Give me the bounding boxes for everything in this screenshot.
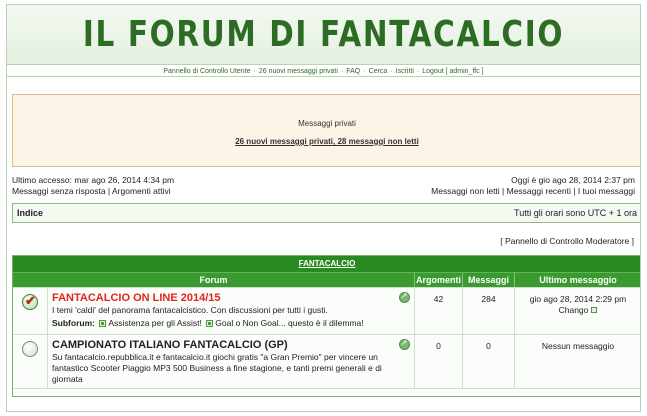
last-post-date: Nessun messaggio [541, 341, 615, 351]
forum-info-cell: CAMPIONATO ITALIANO FANTACALCIO (GP) Su … [47, 335, 414, 388]
rss-feed-icon[interactable] [399, 338, 410, 350]
access-right: Oggi è gio ago 28, 2014 2:37 pm Messaggi… [431, 175, 635, 197]
link-separator: | [499, 186, 507, 196]
column-forum: Forum [199, 275, 228, 285]
nav-separator: · [340, 68, 344, 75]
private-messages-box: Messaggi privati 26 nuovi messaggi priva… [12, 94, 640, 167]
recent-posts-link[interactable]: Messaggi recenti [507, 186, 571, 196]
subforum-link[interactable]: Goal o Non Goal... questo è il dilemma! [215, 318, 363, 328]
moderator-cp-link[interactable]: [ Pannello di Controllo Moderatore ] [7, 236, 640, 246]
forum-category-table: FANTACALCIO Forum Argomenti Messaggi Ult… [12, 255, 640, 397]
forum-logo[interactable]: IL FORUM DI FANTACALCIO [83, 14, 564, 55]
page-frame: IL FORUM DI FANTACALCIO Pannello di Cont… [6, 4, 641, 412]
current-date-text: Oggi è gio ago 28, 2014 2:37 pm [511, 175, 635, 185]
forum-row: FANTACALCIO ON LINE 2014/15 I temi 'cald… [13, 287, 640, 334]
link-separator: | [570, 186, 578, 196]
breadcrumb: Indice Tutti gli orari sono UTC + 1 ora [12, 203, 640, 223]
forum-description: I temi 'caldi' del panorama fantacalcist… [52, 305, 328, 315]
subforum-list: Subforum: Assistenza per gli Assist! Goa… [52, 318, 410, 328]
forum-title-link[interactable]: CAMPIONATO ITALIANO FANTACALCIO (GP) [52, 339, 410, 351]
column-last-post: Ultimo messaggio [514, 273, 640, 287]
table-column-header: Forum Argomenti Messaggi Ultimo messaggi… [13, 272, 640, 287]
forum-description: Su fantacalcio.repubblica.it e fantacalc… [52, 352, 382, 384]
own-posts-link[interactable]: I tuoi messaggi [578, 186, 635, 196]
nav-members-link[interactable]: Iscritti [396, 68, 414, 75]
active-topics-link[interactable]: Argomenti attivi [112, 186, 171, 196]
forum-last-post-cell: Nessun messaggio [514, 335, 640, 388]
pm-unread-link[interactable]: 26 nuovi messaggi privati, 28 messaggi n… [235, 137, 419, 146]
forum-title-link[interactable]: FANTACALCIO ON LINE 2014/15 [52, 292, 410, 304]
forum-topics-count: 0 [414, 335, 462, 388]
column-topics: Argomenti [414, 273, 461, 287]
subforum-icon [99, 320, 107, 327]
nav-ucp-link[interactable]: Pannello di Controllo Utente [163, 68, 250, 75]
access-left: Ultimo accesso: mar ago 26, 2014 4:34 pm… [12, 175, 174, 197]
nav-separator: · [390, 68, 393, 75]
nav-separator: · [363, 68, 366, 75]
forum-topics-count: 42 [414, 288, 462, 334]
forum-info-cell: FANTACALCIO ON LINE 2014/15 I temi 'cald… [47, 288, 414, 334]
unread-posts-link[interactable]: Messaggi non letti [431, 186, 500, 196]
view-latest-post-icon[interactable] [591, 307, 598, 313]
timezone-text: Tutti gli orari sono UTC + 1 ora [514, 208, 637, 218]
forum-status-cell [13, 288, 47, 334]
nav-separator: · [253, 68, 256, 75]
pm-box-title: Messaggi privati [298, 119, 356, 128]
forum-row [13, 388, 640, 396]
nav-search-link[interactable]: Cerca [369, 68, 388, 75]
unanswered-posts-link[interactable]: Messaggi senza risposta [12, 186, 106, 196]
top-navbar: Pannello di Controllo Utente · 26 nuovi m… [7, 67, 640, 77]
nav-new-pm-link[interactable]: 26 nuovi messaggi privati [259, 68, 338, 75]
access-info: Ultimo accesso: mar ago 26, 2014 4:34 pm… [7, 175, 640, 197]
forum-new-posts-icon [22, 293, 38, 310]
forum-no-new-posts-icon [22, 341, 38, 357]
nav-faq-link[interactable]: FAQ [346, 68, 360, 75]
subforum-link[interactable]: Assistenza per gli Assist! [108, 318, 202, 328]
forum-header: IL FORUM DI FANTACALCIO [7, 5, 640, 65]
rss-feed-icon[interactable] [399, 291, 410, 303]
forum-status-cell [13, 335, 47, 388]
last-post-user-link[interactable]: Chango [559, 305, 589, 315]
subforum-icon [206, 320, 214, 327]
subforum-label: Subforum: [52, 318, 95, 328]
forum-posts-count: 284 [462, 288, 514, 334]
last-post-date: gio ago 28, 2014 2:29 pm [529, 294, 627, 304]
nav-logout-link[interactable]: Logout [ admin_ffc ] [422, 68, 483, 75]
forum-row: CAMPIONATO ITALIANO FANTACALCIO (GP) Su … [13, 334, 640, 388]
column-posts: Messaggi [462, 273, 514, 287]
forum-posts-count: 0 [462, 335, 514, 388]
nav-separator: · [416, 68, 420, 75]
breadcrumb-index-link[interactable]: Indice [17, 208, 43, 218]
category-title-link[interactable]: FANTACALCIO [13, 256, 640, 272]
last-visit-text: Ultimo accesso: mar ago 26, 2014 4:34 pm [12, 175, 175, 185]
forum-last-post-cell: gio ago 28, 2014 2:29 pm Chango [514, 288, 640, 334]
